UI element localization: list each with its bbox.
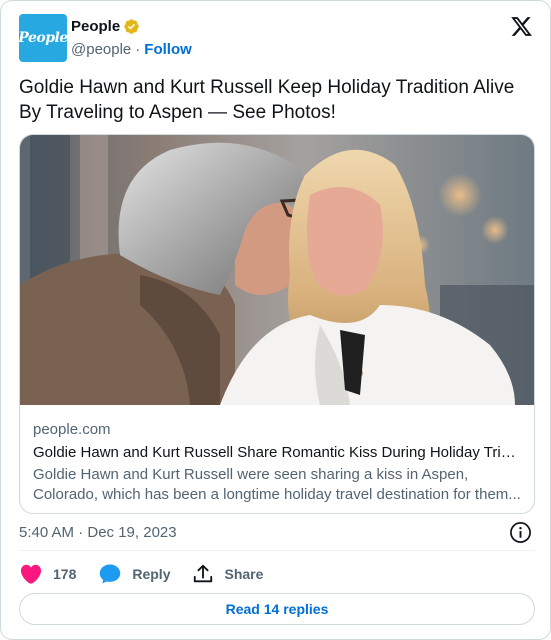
like-button[interactable]: 178	[19, 562, 76, 586]
share-icon	[194, 564, 213, 583]
card-title[interactable]: Goldie Hawn and Kurt Russell Share Roman…	[33, 443, 523, 463]
reply-bubble-icon	[100, 564, 121, 584]
x-logo-icon[interactable]	[510, 15, 533, 38]
embedded-tweet: People People @people · Follow Goldie Ha…	[0, 0, 551, 640]
avatar[interactable]: People	[18, 14, 68, 62]
handle-row: @people · Follow	[71, 41, 192, 58]
card-domain: people.com	[33, 421, 111, 438]
card-meta: people.com Goldie Hawn and Kurt Russell …	[33, 420, 523, 507]
account-handle[interactable]: @people	[71, 41, 131, 58]
tweet-text: Goldie Hawn and Kurt Russell Keep Holida…	[19, 77, 515, 123]
action-bar: 178 Reply Share	[19, 562, 285, 586]
link-preview-card[interactable]: people.com Goldie Hawn and Kurt Russell …	[19, 134, 535, 514]
like-count: 178	[53, 566, 77, 582]
verified-badge-icon	[124, 19, 139, 34]
account-name[interactable]: People	[71, 18, 120, 35]
account-name-row: People	[71, 18, 140, 35]
follow-button[interactable]: Follow	[144, 41, 192, 58]
info-icon[interactable]	[509, 521, 532, 544]
reply-label: Reply	[132, 566, 171, 582]
share-label: Share	[224, 566, 264, 582]
separator-dot: ·	[135, 41, 141, 58]
avatar-logo-text: People	[18, 30, 68, 46]
card-description: Goldie Hawn and Kurt Russell were seen s…	[33, 466, 521, 503]
reply-button[interactable]: Reply	[98, 562, 170, 586]
divider	[19, 550, 535, 551]
read-replies-button[interactable]: Read 14 replies	[19, 593, 535, 625]
share-button[interactable]: Share	[192, 563, 263, 585]
card-image[interactable]	[20, 135, 534, 405]
tweet-timestamp[interactable]: 5:40 AM · Dec 19, 2023	[19, 524, 177, 541]
heart-icon	[20, 564, 42, 584]
